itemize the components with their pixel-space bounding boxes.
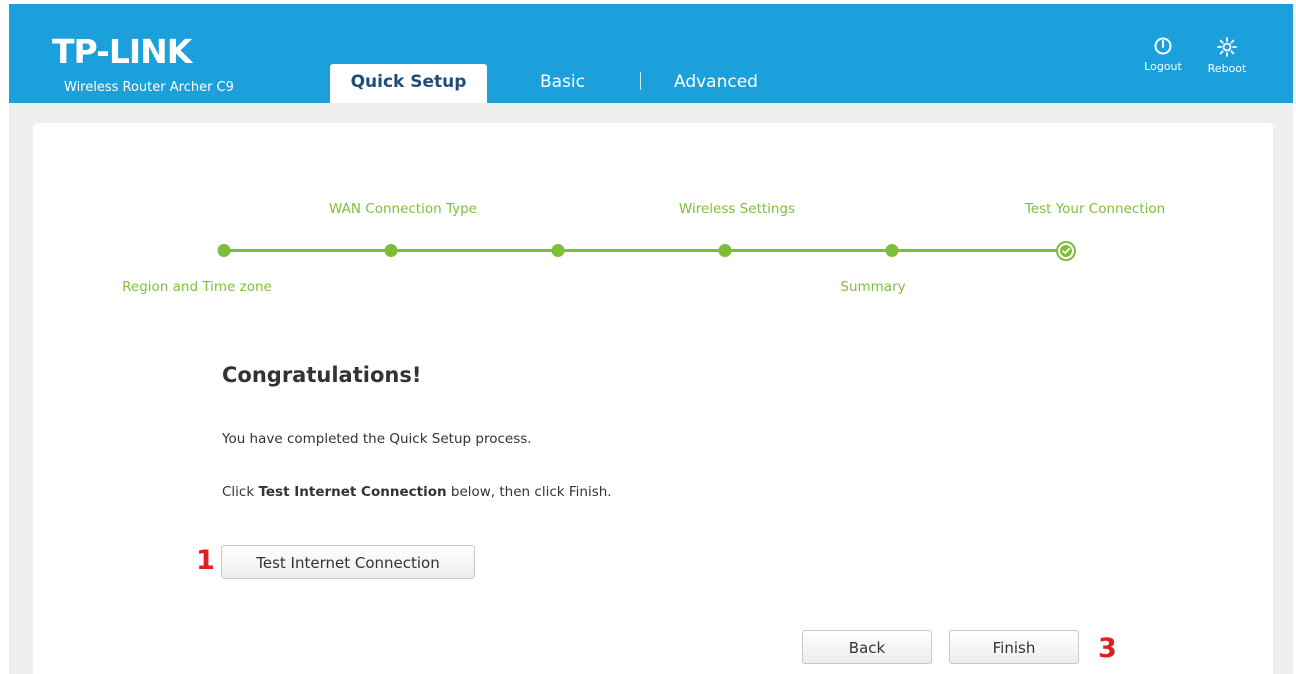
power-icon	[1154, 37, 1172, 55]
finish-button[interactable]: Finish	[949, 630, 1079, 664]
tab-basic[interactable]: Basic	[540, 64, 585, 103]
step-wan-connection-type: WAN Connection Type	[329, 201, 477, 217]
reboot-label: Reboot	[1207, 62, 1247, 75]
model-name: Wireless Router Archer C9	[64, 80, 234, 95]
step-region-and-time-zone: Region and Time zone	[122, 279, 272, 295]
brand-logo: TP-LINK	[52, 32, 192, 71]
progress-track	[224, 249, 1066, 252]
instruction-suffix: below, then click Finish.	[446, 484, 612, 500]
logout-label: Logout	[1144, 60, 1182, 73]
step-test-your-connection: Test Your Connection	[1024, 201, 1166, 217]
completion-text: You have completed the Quick Setup proce…	[222, 431, 532, 447]
page-title: Congratulations!	[222, 363, 422, 387]
instruction-text: Click Test Internet Connection below, th…	[222, 484, 612, 500]
progress-dot	[885, 244, 899, 257]
tab-divider	[640, 72, 641, 90]
router-admin-page: TP-LINK Wireless Router Archer C9 Quick …	[0, 0, 1296, 674]
tab-quick-setup[interactable]: Quick Setup	[330, 64, 487, 103]
annotation-marker-3: 3	[1098, 633, 1117, 664]
back-button[interactable]: Back	[802, 630, 932, 664]
instruction-bold: Test Internet Connection	[258, 484, 447, 500]
logout-button[interactable]: Logout	[1137, 37, 1189, 73]
reboot-button[interactable]: Reboot	[1201, 37, 1253, 75]
reboot-sun-icon	[1217, 37, 1237, 57]
progress-dot	[718, 244, 732, 257]
test-internet-connection-button[interactable]: Test Internet Connection	[221, 545, 475, 579]
instruction-prefix: Click	[222, 484, 259, 500]
progress-complete-check-icon	[1056, 241, 1076, 261]
step-summary: Summary	[840, 279, 906, 295]
tab-advanced[interactable]: Advanced	[674, 64, 758, 103]
progress-dot	[384, 244, 398, 257]
progress-dot	[551, 244, 565, 257]
progress-dot	[217, 244, 231, 257]
step-wireless-settings: Wireless Settings	[678, 201, 796, 217]
annotation-marker-1: 1	[196, 545, 215, 576]
